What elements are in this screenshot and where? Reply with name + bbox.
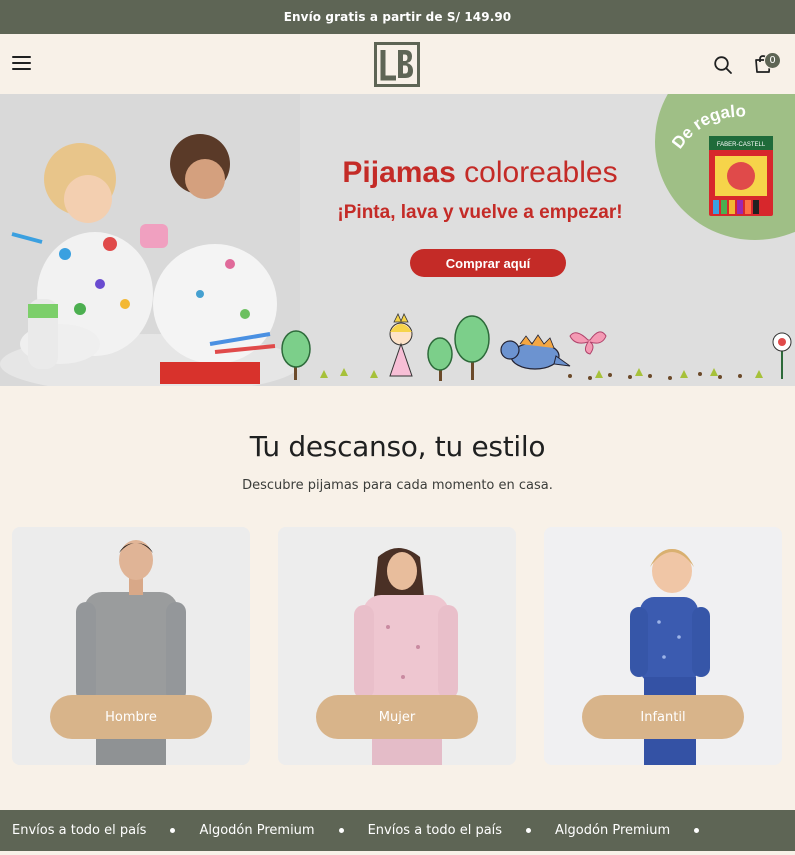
section-title: Tu descanso, tu estilo xyxy=(249,430,546,463)
benefits-marquee: Envíos a todo el país Algodón Premium En… xyxy=(0,810,795,851)
announcement-text: Envío gratis a partir de S/ 149.90 xyxy=(283,10,512,24)
hero-title: Pijamas coloreables xyxy=(300,156,660,190)
category-card-mujer[interactable]: Mujer xyxy=(278,527,516,765)
category-card-hombre[interactable]: Hombre xyxy=(12,527,250,765)
hero-title-bold: Pijamas xyxy=(342,156,456,189)
hero-kids-photo xyxy=(0,94,300,386)
hero-scenery-illustration xyxy=(281,313,792,381)
hamburger-menu-icon[interactable] xyxy=(12,56,32,72)
search-icon[interactable] xyxy=(713,55,733,75)
marquee-separator xyxy=(170,828,176,833)
markers-box-image: FABER-CASTELL xyxy=(709,136,773,216)
category-button-hombre[interactable]: Hombre xyxy=(50,695,212,739)
marquee-item: Algodón Premium xyxy=(199,823,315,838)
marquee-separator xyxy=(526,828,532,833)
hero-cta-button[interactable]: Comprar aquí xyxy=(410,249,566,277)
product-brand-text: FABER-CASTELL xyxy=(717,142,766,148)
hero-banner[interactable]: De regalo FABER-CASTELL Pijamas coloreab… xyxy=(0,94,795,386)
category-button-infantil[interactable]: Infantil xyxy=(582,695,744,739)
cart-count-badge: 0 xyxy=(764,52,781,69)
marquee-item: Envíos a todo el país xyxy=(367,823,503,838)
marquee-track: Envíos a todo el país Algodón Premium En… xyxy=(0,810,700,851)
marquee-separator xyxy=(694,828,700,833)
marquee-separator xyxy=(338,828,344,833)
marquee-item: Envíos a todo el país xyxy=(12,823,147,838)
hero-subtitle: ¡Pinta, lava y vuelve a empezar! xyxy=(337,202,623,223)
section-subtitle: Descubre pijamas para cada momento en ca… xyxy=(242,478,553,493)
hero-title-rest: coloreables xyxy=(464,156,618,189)
announcement-bar: Envío gratis a partir de S/ 149.90 xyxy=(0,0,795,34)
marquee-item: Algodón Premium xyxy=(555,823,671,838)
brand-logo[interactable] xyxy=(374,42,420,87)
category-card-infantil[interactable]: Infantil xyxy=(544,527,782,765)
site-header: 0 xyxy=(0,34,795,94)
category-button-mujer[interactable]: Mujer xyxy=(316,695,478,739)
